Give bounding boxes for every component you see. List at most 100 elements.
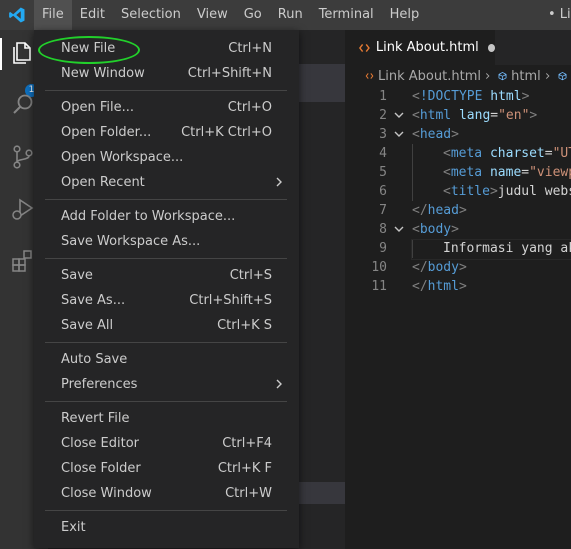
menu-item-save[interactable]: Save Ctrl+S	[34, 263, 299, 288]
active-indicator	[0, 38, 2, 70]
menu-item-label: Preferences	[61, 377, 138, 392]
menu-item-label: Save Workspace As...	[61, 234, 201, 249]
menu-edit[interactable]: Edit	[72, 0, 113, 30]
menu-item-label: New Window	[61, 66, 145, 81]
menu-separator	[45, 258, 287, 259]
line-number: 10	[371, 260, 387, 275]
menu-item-label: New File	[61, 41, 116, 56]
menu-item-revert-file[interactable]: Revert File	[34, 406, 299, 431]
menu-item-shortcut: Ctrl+Shift+S	[189, 293, 272, 308]
chevron-right-icon	[485, 73, 490, 79]
code-line[interactable]: 11 </html>	[345, 277, 571, 296]
line-number: 9	[379, 241, 387, 256]
menu-file[interactable]: File	[34, 0, 72, 30]
menu-help[interactable]: Help	[382, 0, 428, 30]
code-line[interactable]: 5 <meta name="viewp	[345, 163, 571, 182]
menu-item-label: Open File...	[61, 100, 135, 115]
tab-link-about[interactable]: Link About.html	[345, 30, 495, 65]
line-number: 3	[379, 127, 387, 142]
menu-separator	[45, 90, 287, 91]
menu-separator	[45, 401, 287, 402]
vscode-window: File Edit Selection View Go Run Terminal Help •…	[0, 0, 571, 549]
menu-item-label: Save As...	[61, 293, 126, 308]
menu-item-new-file[interactable]: New File Ctrl+N	[34, 36, 299, 61]
menu-item-save-all[interactable]: Save All Ctrl+K S	[34, 313, 299, 338]
menu-separator	[45, 342, 287, 343]
code-text: <!DOCTYPE html>	[412, 89, 530, 104]
menu-item-shortcut: Ctrl+N	[228, 41, 272, 56]
code-line[interactable]: 2 <html lang="en">	[345, 106, 571, 125]
menu-bar: File Edit Selection View Go Run Terminal Help	[34, 0, 427, 30]
line-number: 2	[379, 108, 387, 123]
menu-item-add-folder-to-workspace[interactable]: Add Folder to Workspace...	[34, 204, 299, 229]
menu-item-label: Close Editor	[61, 436, 140, 451]
menu-item-shortcut: Ctrl+K F	[217, 461, 272, 476]
line-number: 4	[379, 146, 387, 161]
menu-item-new-window[interactable]: New Window Ctrl+Shift+N	[34, 61, 299, 86]
menu-run[interactable]: Run	[270, 0, 311, 30]
unsaved-dot-icon[interactable]	[487, 43, 495, 52]
html-file-icon	[365, 73, 374, 79]
menu-item-open-file[interactable]: Open File... Ctrl+O	[34, 95, 299, 120]
code-text: <body>	[412, 222, 459, 237]
menu-item-shortcut: Ctrl+W	[225, 486, 272, 501]
code-text: <html lang="en">	[412, 108, 538, 123]
code-text: <head>	[412, 127, 459, 142]
menu-item-save-as[interactable]: Save As... Ctrl+Shift+S	[34, 288, 299, 313]
line-number: 11	[371, 279, 387, 294]
cube-icon	[498, 72, 507, 81]
code-line[interactable]: 9 Informasi yang ak	[345, 239, 571, 258]
menu-separator	[45, 510, 287, 511]
menu-selection[interactable]: Selection	[113, 0, 189, 30]
cube-icon	[558, 72, 567, 81]
chevron-right-icon	[276, 379, 282, 389]
menu-item-label: Exit	[61, 520, 86, 535]
code-line[interactable]: 7 </head>	[345, 201, 571, 220]
menu-item-close-folder[interactable]: Close Folder Ctrl+K F	[34, 456, 299, 481]
menu-item-label: Open Folder...	[61, 125, 152, 140]
menu-go[interactable]: Go	[236, 0, 270, 30]
code-line[interactable]: 10 </body>	[345, 258, 571, 277]
code-text: </head>	[412, 203, 467, 218]
menu-item-close-window[interactable]: Close Window Ctrl+W	[34, 481, 299, 506]
menu-item-label: Save All	[61, 318, 114, 333]
menu-item-label: Add Folder to Workspace...	[61, 209, 236, 224]
file-menu-dropdown: New File Ctrl+N New Window Ctrl+Shift+N Open…	[34, 30, 299, 548]
menu-item-save-workspace-as[interactable]: Save Workspace As...	[34, 229, 299, 254]
breadcrumb-file[interactable]: Link About.html	[378, 69, 481, 84]
code-line[interactable]: 4 <meta charset="UT	[345, 144, 571, 163]
breadcrumb-node[interactable]: html	[511, 69, 541, 84]
breadcrumb: Link About.html html	[345, 65, 571, 87]
code-line[interactable]: 1 <!DOCTYPE html>	[345, 87, 571, 106]
code-editor[interactable]: 1 <!DOCTYPE html> 2 <html lang="en"> 3 <head>…	[345, 87, 571, 549]
menu-item-close-editor[interactable]: Close Editor Ctrl+F4	[34, 431, 299, 456]
menu-separator	[45, 199, 287, 200]
menu-item-label: Close Window	[61, 486, 152, 501]
menu-item-preferences[interactable]: Preferences	[34, 372, 299, 397]
line-number: 1	[379, 89, 387, 104]
code-line[interactable]: 6 <title>judul webs	[345, 182, 571, 201]
menu-item-shortcut: Ctrl+S	[229, 268, 272, 283]
tab-label: Link About.html	[375, 40, 479, 55]
menu-item-open-workspace[interactable]: Open Workspace...	[34, 145, 299, 170]
line-number: 7	[379, 203, 387, 218]
title-bar: File Edit Selection View Go Run Terminal Help •…	[0, 0, 571, 30]
menu-view[interactable]: View	[189, 0, 236, 30]
line-number: 8	[379, 222, 387, 237]
line-number: 5	[379, 165, 387, 180]
chevron-right-icon	[276, 177, 282, 187]
code-text: <title>judul webs	[443, 184, 571, 199]
menu-item-open-recent[interactable]: Open Recent	[34, 170, 299, 195]
menu-item-label: Close Folder	[61, 461, 141, 476]
menu-terminal[interactable]: Terminal	[311, 0, 382, 30]
menu-item-open-folder[interactable]: Open Folder... Ctrl+K Ctrl+O	[34, 120, 299, 145]
menu-item-auto-save[interactable]: Auto Save	[34, 347, 299, 372]
vscode-logo-icon	[9, 7, 25, 23]
code-text: <meta name="viewp	[443, 165, 571, 180]
menu-item-shortcut: Ctrl+Shift+N	[187, 66, 272, 81]
code-line[interactable]: 8 <body>	[345, 220, 571, 239]
menu-item-exit[interactable]: Exit	[34, 515, 299, 540]
code-line[interactable]: 3 <head>	[345, 125, 571, 144]
code-text: Informasi yang ak	[443, 241, 571, 256]
menu-item-shortcut: Ctrl+K S	[217, 318, 272, 333]
